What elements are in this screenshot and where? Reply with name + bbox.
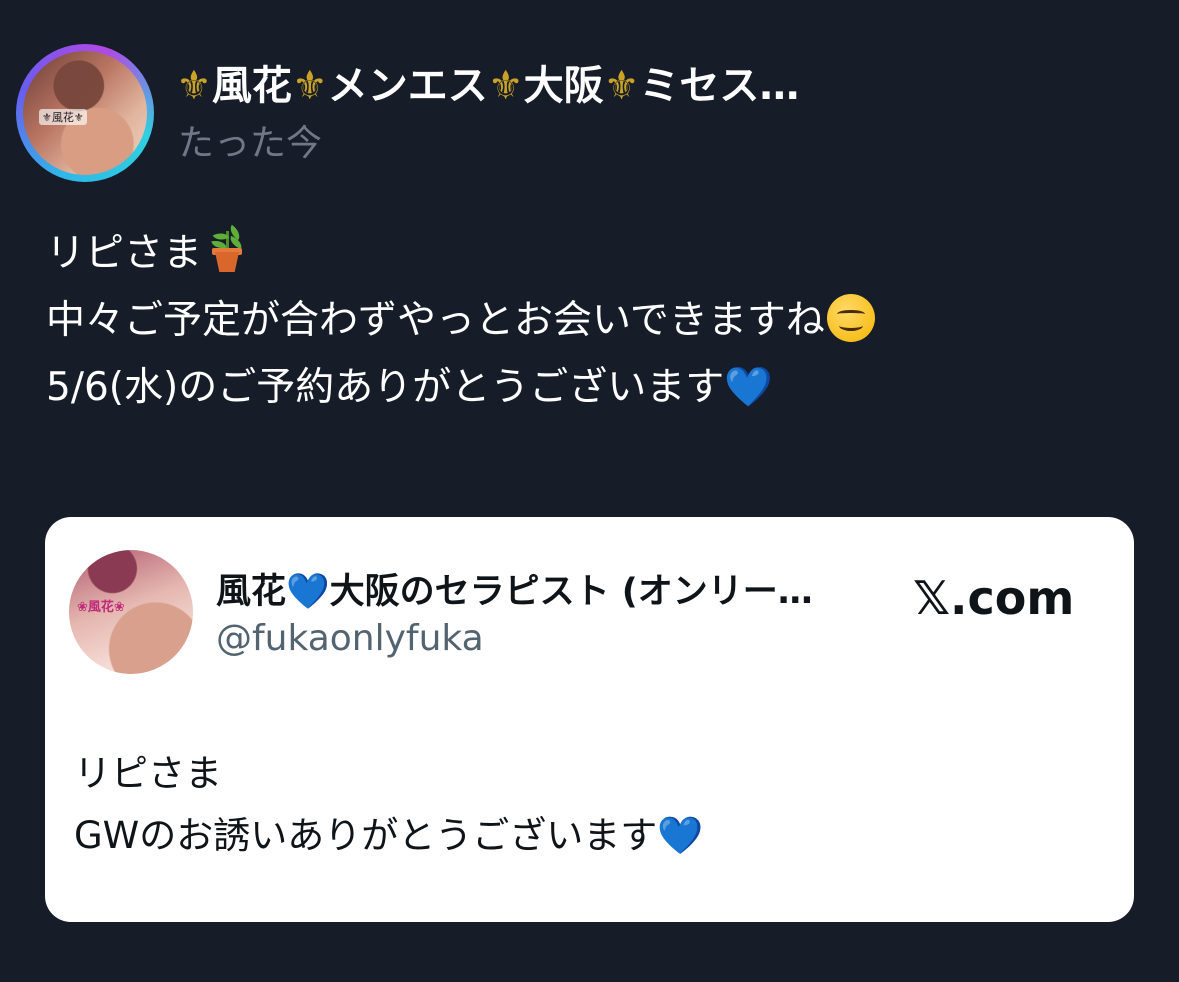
fleur-de-lis-icon: ⚜ — [603, 63, 640, 109]
blue-heart-icon: 💙 — [724, 365, 773, 410]
fleur-de-lis-icon: ⚜ — [176, 63, 212, 109]
post: ⚜風花⚜ ⚜風花⚜メンエス⚜大阪⚜ミセス… たった今 リピさま 中々ご予定が合わ… — [0, 0, 1179, 982]
blue-heart-icon: 💙 — [286, 572, 330, 612]
card-handle[interactable]: @fukaonlyfuka — [216, 616, 484, 662]
card-name-segment: 風花 — [216, 572, 287, 612]
account-name-segment: 大阪 — [523, 63, 604, 109]
account-name-segment: ミセス… — [639, 63, 800, 109]
post-line-text: リピさま — [46, 231, 203, 276]
blue-heart-icon: 💙 — [657, 814, 704, 857]
post-line: 中々ご予定が合わずやっとお会いできますね — [46, 287, 1146, 354]
account-name[interactable]: ⚜風花⚜メンエス⚜大阪⚜ミセス… — [176, 62, 956, 110]
potted-plant-icon — [204, 224, 250, 274]
post-line: 5/6(水)のご予約ありがとうございます💙 — [46, 354, 1146, 421]
card-avatar-caption: ❀風花❀ — [77, 600, 125, 615]
card-body: リピさま GWのお誘いありがとうございます💙 — [74, 743, 1114, 867]
timestamp[interactable]: たった今 — [178, 120, 322, 168]
card-line: リピさま — [74, 752, 222, 795]
account-name-segment: 風花 — [211, 63, 292, 109]
avatar[interactable]: ⚜風花⚜ — [23, 51, 147, 175]
post-body: リピさま 中々ご予定が合わずやっとお会いできますね 5/6(水)のご予約ありがと… — [46, 220, 1146, 421]
x-com-source-label[interactable]: 𝕏.com — [913, 569, 1074, 627]
fleur-de-lis-icon: ⚜ — [291, 63, 328, 109]
card-line-text: GWのお誘いありがとうございます — [74, 814, 658, 857]
avatar-ring[interactable]: ⚜風花⚜ — [16, 44, 154, 182]
card-avatar[interactable]: ❀風花❀ — [69, 550, 193, 674]
post-line: リピさま — [46, 220, 1146, 287]
post-line-text: 中々ご予定が合わずやっとお会いできますね — [46, 298, 825, 343]
card-account-name[interactable]: 風花💙大阪のセラピスト (オンリー… — [216, 569, 896, 615]
account-name-segment: メンエス — [327, 63, 488, 109]
avatar-caption: ⚜風花⚜ — [39, 109, 87, 125]
card-line: GWのお誘いありがとうございます💙 — [74, 805, 1114, 867]
post-line-text: 5/6(水)のご予約ありがとうございます — [46, 365, 725, 410]
fleur-de-lis-icon: ⚜ — [487, 63, 524, 109]
quoted-post-card[interactable]: ❀風花❀ 風花💙大阪のセラピスト (オンリー… @fukaonlyfuka 𝕏.… — [45, 517, 1134, 922]
smiling-face-icon — [826, 294, 875, 342]
card-name-segment: 大阪のセラピスト (オンリー… — [329, 572, 813, 612]
